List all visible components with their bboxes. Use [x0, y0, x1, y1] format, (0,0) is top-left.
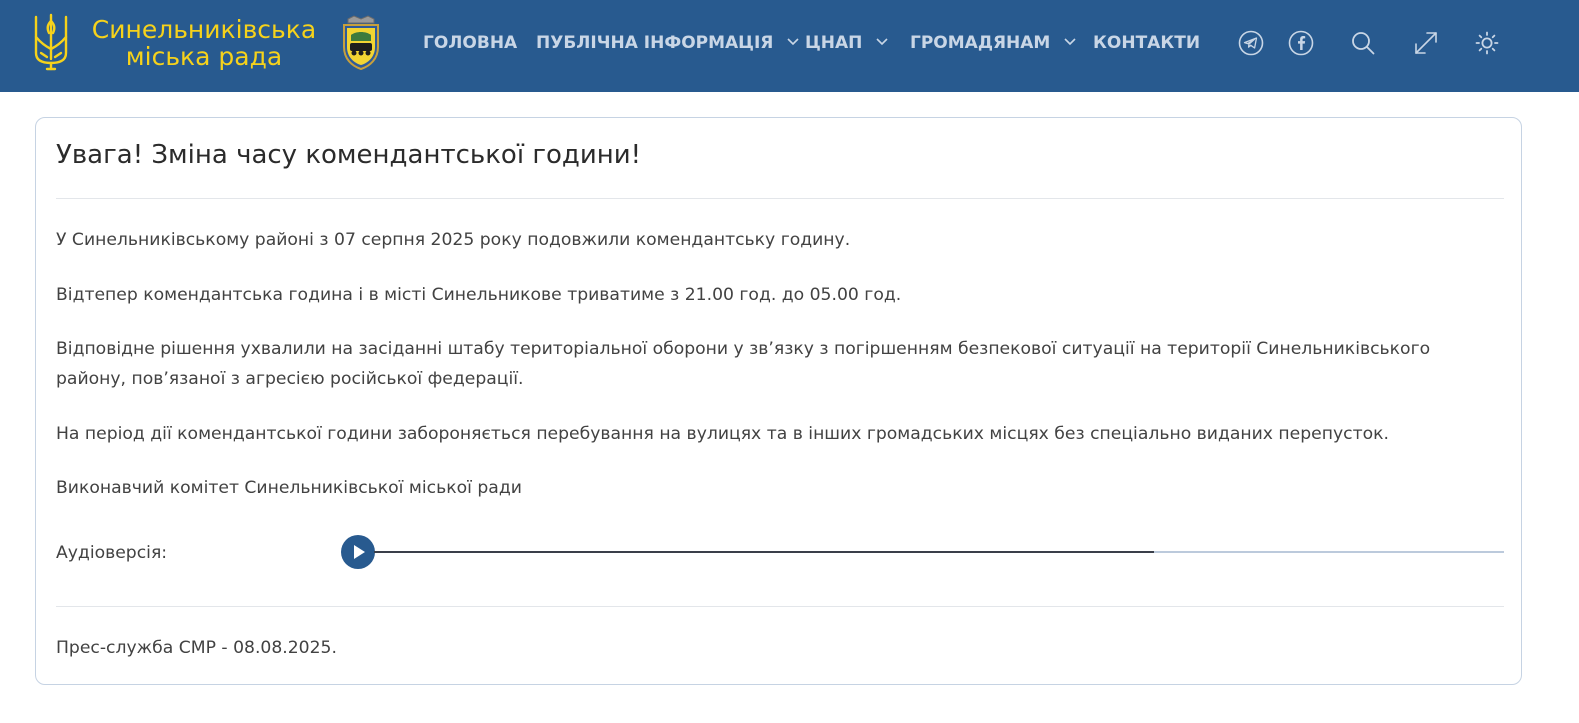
- article-card: Увага! Зміна часу комендантської години!…: [35, 117, 1522, 685]
- press-service-note: Прес-служба СМР - 08.08.2025.: [56, 638, 337, 658]
- nav-item-home[interactable]: ГОЛОВНА: [423, 32, 517, 54]
- play-icon: [354, 545, 365, 559]
- article-paragraph: Виконавчий комітет Синельниківської місь…: [56, 478, 522, 498]
- nav-item-public-info[interactable]: ПУБЛІЧНА ІНФОРМАЦІЯ: [536, 32, 799, 54]
- audio-buffered-bar: [374, 551, 1154, 553]
- audio-play-button[interactable]: [341, 535, 375, 569]
- expand-icon[interactable]: [1413, 30, 1439, 56]
- facebook-icon[interactable]: [1288, 30, 1314, 56]
- coat-of-arms-icon[interactable]: [338, 13, 384, 71]
- nav-label: КОНТАКТИ: [1093, 33, 1201, 53]
- nav-item-contacts[interactable]: КОНТАКТИ: [1093, 32, 1200, 54]
- site-logo-text[interactable]: Синельниківська міська рада: [88, 16, 320, 70]
- footer-divider: [56, 606, 1504, 607]
- audio-progress-track[interactable]: [374, 551, 1504, 553]
- article-paragraph: Відповідне рішення ухвалили на засіданні…: [56, 339, 1431, 389]
- chevron-down-icon: [787, 37, 799, 45]
- chevron-down-icon: [876, 37, 888, 45]
- telegram-icon[interactable]: [1238, 30, 1264, 56]
- article-paragraph: У Синельниківському районі з 07 серпня 2…: [56, 230, 851, 250]
- nav-item-citizens[interactable]: ГРОМАДЯНАМ: [910, 32, 1076, 54]
- search-icon[interactable]: [1350, 30, 1376, 56]
- theme-sun-icon[interactable]: [1474, 30, 1500, 56]
- nav-label: ГОЛОВНА: [423, 33, 518, 53]
- article-title: Увага! Зміна часу комендантської години!: [56, 140, 642, 170]
- nav-label: ПУБЛІЧНА ІНФОРМАЦІЯ: [536, 33, 774, 53]
- title-divider: [56, 198, 1504, 199]
- logo-line-2: міська рада: [125, 42, 283, 71]
- chevron-down-icon: [1064, 37, 1076, 45]
- nav-label: ГРОМАДЯНАМ: [910, 33, 1051, 53]
- nav-label: ЦНАП: [805, 33, 863, 53]
- nav-item-cnap[interactable]: ЦНАП: [805, 32, 888, 54]
- audio-label: Аудіоверсія:: [56, 543, 168, 563]
- logo-line-1: Синельниківська: [91, 15, 317, 44]
- site-header: Синельниківська міська рада ГОЛОВНА ПУБЛ…: [0, 0, 1579, 92]
- article-paragraph: На період дії комендантської години забо…: [56, 424, 1389, 444]
- article-paragraph: Відтепер комендантська година і в місті …: [56, 285, 902, 305]
- trident-icon[interactable]: [33, 13, 69, 71]
